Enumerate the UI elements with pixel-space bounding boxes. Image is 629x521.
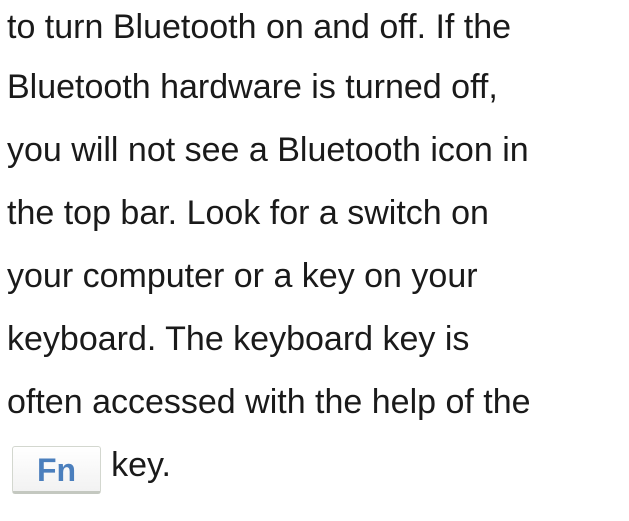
paragraph-line: you will not see a Bluetooth icon in xyxy=(7,131,529,169)
fn-key-badge: Fn xyxy=(12,446,102,495)
help-paragraph: to turn Bluetooth on and off. If the Blu… xyxy=(7,0,623,497)
paragraph-line: your computer or a key on your xyxy=(7,257,478,295)
paragraph-line: the top bar. Look for a switch on xyxy=(7,194,489,232)
paragraph-line-last: Fn key. xyxy=(7,434,623,497)
paragraph-line: to turn Bluetooth on and off. If the xyxy=(7,8,512,46)
paragraph-line: often accessed with the help of the xyxy=(7,383,531,421)
paragraph-line-suffix: key. xyxy=(111,446,171,484)
paragraph-line: keyboard. The keyboard key is xyxy=(7,320,470,358)
paragraph-line: Bluetooth hardware is turned off, xyxy=(7,68,498,106)
